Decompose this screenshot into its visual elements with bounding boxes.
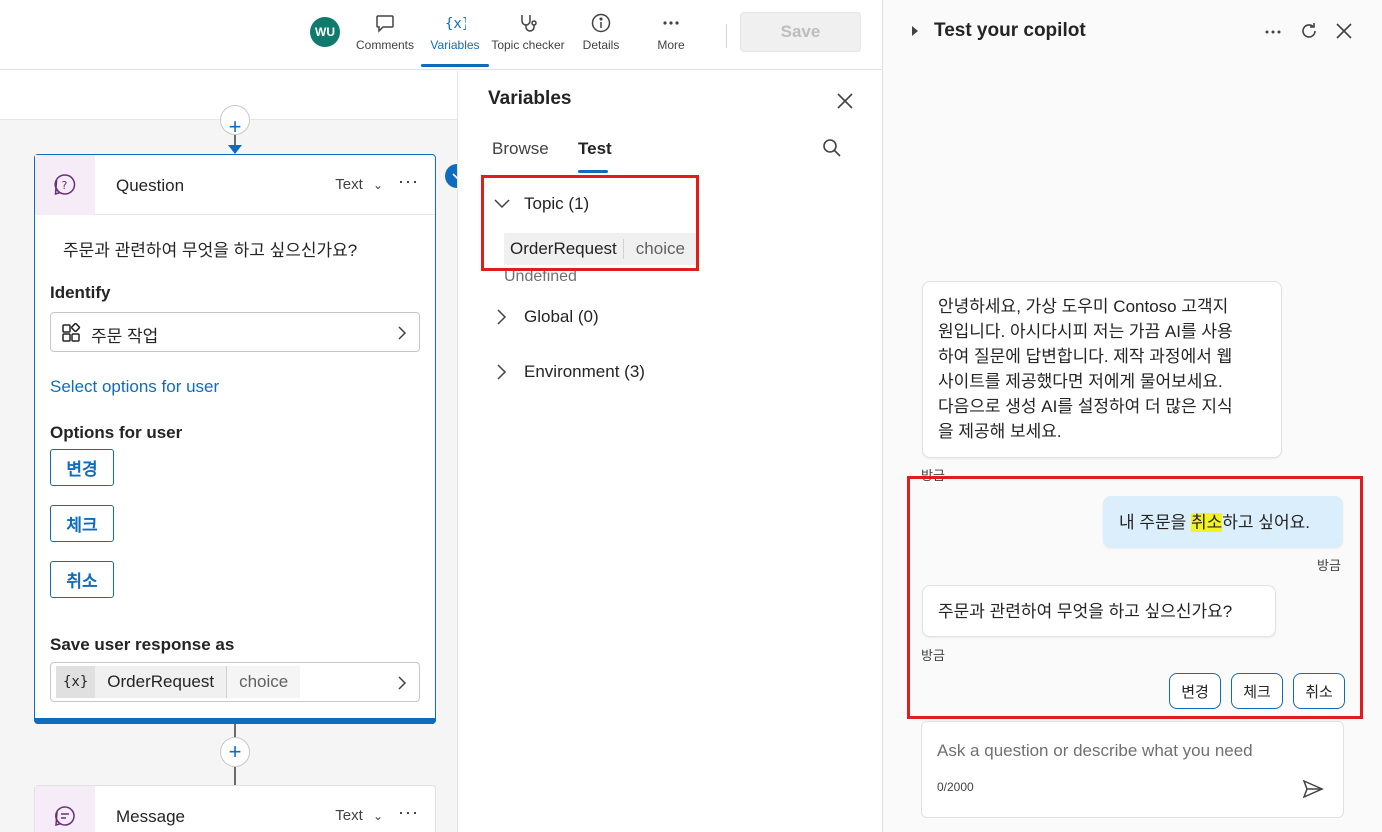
variable-type: choice bbox=[226, 666, 301, 698]
annotation-highlight-box bbox=[907, 476, 1363, 719]
greeting-line: 다음으로 생성 AI를 설정하여 더 많은 지식 bbox=[938, 397, 1233, 416]
identify-label: Identify bbox=[50, 283, 111, 302]
tab-test[interactable]: Test bbox=[578, 139, 612, 159]
question-node-title: Question bbox=[116, 176, 185, 195]
message-more-button[interactable]: ··· bbox=[398, 802, 419, 823]
comments-label: Comments bbox=[355, 38, 414, 52]
send-icon[interactable] bbox=[1302, 778, 1324, 800]
toolbar-divider bbox=[726, 24, 727, 48]
more-button[interactable]: More bbox=[648, 12, 694, 62]
chevron-right-icon bbox=[398, 326, 407, 340]
question-node-header: ? Question Text ⌄ ··· bbox=[35, 155, 435, 215]
tree-environment[interactable]: Environment (3) bbox=[494, 362, 645, 382]
message-icon bbox=[55, 806, 75, 827]
add-node-button[interactable]: + bbox=[220, 737, 250, 767]
variables-button[interactable]: {x} Variables bbox=[425, 12, 485, 62]
message-type-dropdown[interactable]: Text ⌄ bbox=[335, 807, 383, 824]
info-icon bbox=[591, 13, 611, 33]
topic-checker-label: Topic checker bbox=[491, 38, 565, 52]
variable-icon: {x} bbox=[56, 666, 96, 698]
comments-button[interactable]: Comments bbox=[355, 12, 415, 62]
svg-text:?: ? bbox=[62, 179, 68, 192]
user-avatar[interactable]: WU bbox=[310, 17, 340, 47]
topic-checker-button[interactable]: Topic checker bbox=[489, 12, 567, 62]
save-response-label: Save user response as bbox=[50, 635, 235, 654]
close-icon[interactable] bbox=[836, 92, 854, 110]
question-icon: ? bbox=[54, 174, 76, 196]
test-pane-title: Test your copilot bbox=[934, 20, 1086, 41]
message-icon-box bbox=[35, 786, 95, 832]
top-toolbar: WU Comments {x} Variables Topic checker … bbox=[0, 0, 882, 70]
variable-chip: {x} OrderRequest choice bbox=[56, 666, 301, 698]
options-label: Options for user bbox=[50, 423, 183, 442]
option-chip[interactable]: 변경 bbox=[50, 449, 114, 486]
message-node[interactable]: Message Text ⌄ ··· bbox=[34, 785, 436, 832]
variables-label: Variables bbox=[430, 38, 480, 52]
annotation-highlight-box bbox=[481, 175, 699, 271]
message-node-header: Message Text ⌄ ··· bbox=[35, 786, 435, 832]
search-icon[interactable] bbox=[822, 138, 842, 158]
tree-global[interactable]: Global (0) bbox=[494, 307, 599, 327]
svg-text:{x}: {x} bbox=[445, 16, 466, 32]
question-more-button[interactable]: ··· bbox=[398, 171, 419, 192]
greeting-line: 하여 질문에 답변합니다. 제작 과정에서 웹 bbox=[938, 347, 1233, 366]
variable-name: OrderRequest bbox=[107, 672, 215, 691]
global-group-label: Global (0) bbox=[524, 307, 599, 326]
details-label: Details bbox=[582, 38, 620, 52]
save-response-field[interactable]: {x} OrderRequest choice bbox=[50, 662, 420, 702]
chevron-right-icon bbox=[398, 676, 407, 690]
identify-field[interactable]: 주문 작업 bbox=[50, 312, 420, 352]
question-text[interactable]: 주문과 관련하여 무엇을 하고 싶으신가요? bbox=[63, 236, 357, 261]
entity-icon bbox=[62, 323, 81, 342]
tab-active-indicator bbox=[578, 170, 608, 173]
save-button[interactable]: Save bbox=[740, 12, 861, 52]
select-options-link[interactable]: Select options for user bbox=[50, 377, 219, 397]
message-node-title: Message bbox=[116, 807, 185, 826]
greeting-line: 을 제공해 보세요. bbox=[938, 422, 1062, 441]
more-label: More bbox=[657, 38, 685, 52]
option-chip[interactable]: 체크 bbox=[50, 505, 114, 542]
refresh-icon[interactable] bbox=[1299, 21, 1319, 41]
greeting-line: 원입니다. 아시다시피 저는 가끔 AI를 사용 bbox=[938, 322, 1233, 341]
add-node-button-top[interactable]: + bbox=[220, 105, 250, 138]
more-icon bbox=[663, 21, 679, 25]
greeting-line: 안녕하세요, 가상 도우미 Contoso 고객지 bbox=[938, 297, 1229, 316]
comment-icon bbox=[376, 15, 394, 33]
bot-message-greeting: 안녕하세요, 가상 도우미 Contoso 고객지 원입니다. 아시다시피 저는… bbox=[922, 281, 1282, 458]
greeting-line: 사이트를 제공했다면 저에게 물어보세요. bbox=[938, 372, 1223, 391]
identify-value: 주문 작업 bbox=[91, 327, 159, 346]
connector-line bbox=[234, 767, 236, 785]
variables-active-indicator bbox=[421, 64, 489, 67]
char-counter: 0/2000 bbox=[937, 780, 974, 794]
connector-line bbox=[234, 724, 236, 738]
stethoscope-icon bbox=[521, 15, 537, 32]
variables-icon: {x} bbox=[445, 16, 466, 32]
caret-right-icon[interactable] bbox=[911, 26, 919, 36]
chevron-right-icon bbox=[497, 309, 507, 325]
more-icon[interactable] bbox=[1263, 22, 1283, 42]
chat-input-placeholder[interactable]: Ask a question or describe what you need bbox=[937, 741, 1253, 761]
details-button[interactable]: Details bbox=[577, 12, 625, 62]
variables-title: Variables bbox=[488, 88, 572, 109]
close-icon[interactable] bbox=[1335, 22, 1353, 40]
question-icon-box: ? bbox=[35, 155, 95, 215]
question-type-dropdown[interactable]: Text ⌄ bbox=[335, 176, 383, 193]
chevron-right-icon bbox=[497, 364, 507, 380]
environment-group-label: Environment (3) bbox=[524, 362, 645, 381]
tab-browse[interactable]: Browse bbox=[492, 139, 549, 159]
option-chip[interactable]: 취소 bbox=[50, 561, 114, 598]
chat-input-box[interactable]: Ask a question or describe what you need… bbox=[921, 721, 1344, 818]
